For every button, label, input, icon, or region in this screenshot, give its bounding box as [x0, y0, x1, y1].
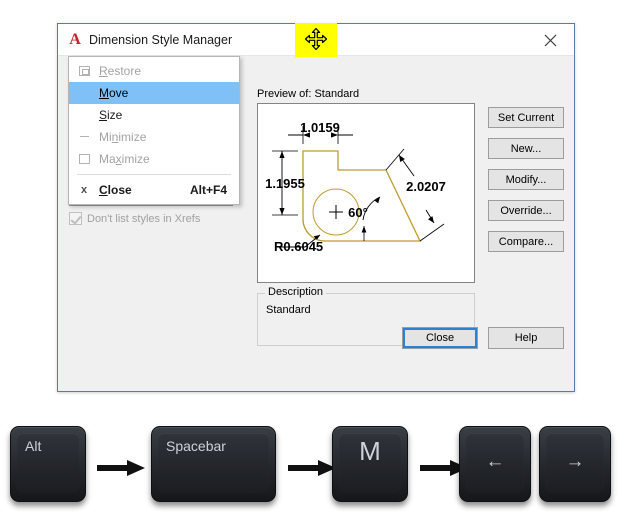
menu-item-close-accelerator: Alt+F4 — [189, 183, 227, 197]
menu-item-move-label: Move — [99, 86, 129, 100]
menu-item-size[interactable]: Size — [69, 104, 239, 126]
description-text: Standard — [266, 304, 311, 316]
system-menu[interactable]: Restore Move Size Minimize Maximize x Cl… — [68, 56, 240, 205]
menu-item-restore-label: Restore — [99, 64, 142, 78]
xref-checkbox-label: Don't list styles in Xrefs — [87, 212, 201, 225]
menu-item-close-label: Close — [99, 183, 132, 197]
menu-item-size-label: Size — [99, 108, 123, 122]
dialog-title: Dimension Style Manager — [89, 33, 233, 47]
menu-item-close[interactable]: x Close Alt+F4 — [69, 179, 239, 201]
close-icon[interactable] — [530, 28, 570, 52]
maximize-icon — [69, 148, 99, 170]
dim-radius-text: R0.6045 — [274, 239, 323, 254]
preview-label: Preview of: Standard — [257, 88, 360, 100]
key-spacebar-label: Spacebar — [166, 438, 226, 454]
description-legend: Description — [265, 286, 327, 298]
menu-item-minimize-label: Minimize — [99, 130, 147, 144]
move-cursor-icon — [304, 27, 328, 54]
modify-button[interactable]: Modify... — [488, 169, 564, 190]
key-arrow-right[interactable]: → — [539, 426, 611, 502]
dim-angle-text: 60° — [348, 205, 368, 220]
menu-item-restore: Restore — [69, 60, 239, 82]
menu-divider — [77, 174, 231, 175]
help-button[interactable]: Help — [488, 327, 564, 349]
arrow-right-icon — [95, 457, 147, 482]
menu-item-move[interactable]: Move — [69, 82, 239, 104]
xref-checkbox — [69, 212, 82, 225]
dimension-style-manager-dialog: A Dimension Style Manager List: All styl… — [57, 23, 575, 392]
new-button[interactable]: New... — [488, 138, 564, 159]
minimize-icon — [69, 126, 99, 148]
arrow-right-icon — [286, 457, 338, 482]
key-alt[interactable]: Alt — [10, 426, 86, 502]
override-button[interactable]: Override... — [488, 200, 564, 221]
key-arrow-right-label: → — [565, 451, 585, 473]
menu-item-maximize-label: Maximize — [99, 152, 150, 166]
key-alt-label: Alt — [25, 438, 42, 454]
close-menu-icon: x — [80, 184, 88, 196]
move-cursor-highlight — [295, 23, 337, 57]
preview-drawing: 1.0159 1.1955 R0.6045 60° 2.0207 — [257, 103, 475, 283]
set-current-button[interactable]: Set Current — [488, 107, 564, 128]
compare-button[interactable]: Compare... — [488, 231, 564, 252]
key-m-label: M — [359, 436, 381, 466]
xref-checkbox-row: Don't list styles in Xrefs — [69, 212, 200, 225]
key-arrow-left-label: ← — [485, 451, 505, 473]
dim-height-text: 1.1955 — [265, 176, 305, 191]
dim-width-text: 1.0159 — [300, 120, 340, 135]
close-button[interactable]: Close — [402, 327, 478, 349]
autocad-a-icon: A — [69, 31, 81, 48]
restore-icon — [69, 60, 99, 82]
dim-aligned-text: 2.0207 — [406, 179, 446, 194]
key-arrow-left[interactable]: ← — [459, 426, 531, 502]
keyboard-sequence: Alt Spacebar M ← → — [0, 420, 624, 515]
key-m[interactable]: M — [332, 426, 408, 502]
menu-item-maximize: Maximize — [69, 148, 239, 170]
menu-item-minimize: Minimize — [69, 126, 239, 148]
key-spacebar[interactable]: Spacebar — [151, 426, 276, 502]
